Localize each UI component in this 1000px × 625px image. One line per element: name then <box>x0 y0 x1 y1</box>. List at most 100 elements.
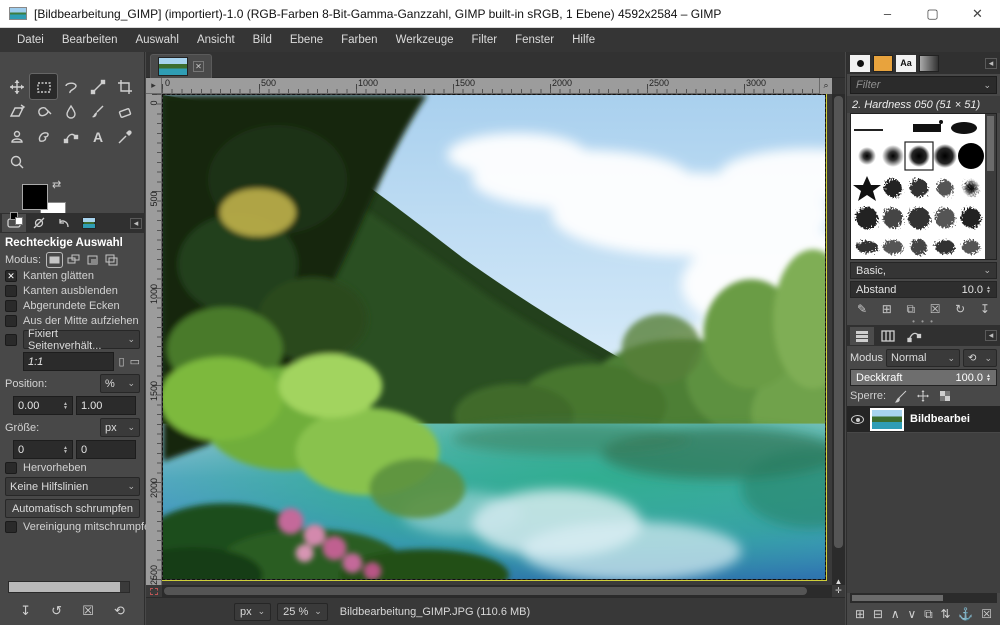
menu-filter[interactable]: Filter <box>463 34 507 46</box>
layers-scrollbar[interactable] <box>850 593 997 603</box>
highlight-checkbox[interactable] <box>5 462 17 474</box>
center-checkbox[interactable] <box>5 315 17 327</box>
size-width-input[interactable]: 0 ▲▼ <box>13 440 73 459</box>
minimize-button[interactable]: – <box>865 0 910 28</box>
menu-farben[interactable]: Farben <box>332 34 386 46</box>
tab-patterns[interactable] <box>873 55 893 72</box>
new-layer-group-icon[interactable]: ⊟ <box>873 607 883 622</box>
transform-tool-icon[interactable] <box>3 99 30 124</box>
tool-options-scrollbar[interactable] <box>8 581 130 593</box>
paintbrush-tool-icon[interactable] <box>84 99 111 124</box>
mode-subtract-icon[interactable] <box>85 253 100 267</box>
edit-brush-icon[interactable]: ✎ <box>857 302 867 317</box>
menu-fenster[interactable]: Fenster <box>506 34 563 46</box>
brush-grid-scrollbar[interactable] <box>985 114 996 259</box>
free-select-tool-icon[interactable] <box>57 74 84 99</box>
landscape-icon[interactable]: ▭ <box>130 355 140 368</box>
fixed-dropdown[interactable]: Fixiert Seitenverhält... ⌄ <box>23 330 140 349</box>
clone-tool-icon[interactable] <box>3 124 30 149</box>
brush-group-dropdown[interactable]: Basic, ⌄ <box>850 262 997 279</box>
zoom-dropdown[interactable]: 25 % ⌄ <box>277 603 328 621</box>
delete-brush-icon[interactable]: ☒ <box>930 302 941 317</box>
paths-tool-icon[interactable] <box>57 124 84 149</box>
foreground-color-swatch[interactable] <box>22 184 48 210</box>
collapse-right-dock-icon[interactable]: ◂ <box>985 58 997 69</box>
quick-mask-toggle-icon[interactable] <box>146 585 162 597</box>
merge-layer-icon[interactable]: ⇅ <box>941 607 951 622</box>
mode-intersect-icon[interactable] <box>104 253 119 267</box>
text-tool-icon[interactable]: A <box>84 124 111 149</box>
new-brush-icon[interactable]: ⊞ <box>882 302 892 317</box>
fixed-checkbox[interactable] <box>5 334 17 346</box>
save-preset-icon[interactable]: ↧ <box>20 603 31 619</box>
brush-spacing-slider[interactable]: Abstand 10.0 ▲▼ <box>850 281 997 298</box>
tab-paths[interactable] <box>902 327 926 345</box>
vertical-scrollbar[interactable]: ▲ <box>832 94 845 585</box>
tab-device-status[interactable] <box>27 214 51 232</box>
antialias-checkbox[interactable]: ✕ <box>5 270 17 282</box>
close-button[interactable]: ✕ <box>955 0 1000 28</box>
lower-layer-icon[interactable]: ∨ <box>907 607 916 622</box>
vertical-ruler[interactable]: 0 500 1000 1500 2000 2500 <box>146 94 162 585</box>
lock-alpha-icon[interactable] <box>938 389 952 403</box>
zoom-tool-icon[interactable] <box>3 149 30 174</box>
refresh-brushes-icon[interactable]: ↻ <box>955 302 965 317</box>
close-image-icon[interactable]: ✕ <box>193 61 204 72</box>
menu-bearbeiten[interactable]: Bearbeiten <box>53 34 127 46</box>
bucket-fill-tool-icon[interactable] <box>30 99 57 124</box>
image-menu-corner-button[interactable]: ▸ <box>146 78 162 94</box>
navigation-button[interactable]: ✛ <box>832 585 845 597</box>
menu-hilfe[interactable]: Hilfe <box>563 34 604 46</box>
new-layer-icon[interactable]: ⊞ <box>855 607 865 622</box>
ruler-zoom-icon[interactable]: ⌕ <box>819 78 832 94</box>
move-tool-icon[interactable] <box>3 74 30 99</box>
reset-options-icon[interactable]: ⟲ <box>114 603 125 619</box>
position-y-input[interactable]: 1.00 <box>76 396 136 415</box>
shrink-merged-checkbox[interactable] <box>5 521 17 533</box>
smudge-tool-icon[interactable] <box>30 124 57 149</box>
fuzzy-select-tool-icon[interactable] <box>84 74 111 99</box>
horizontal-scrollbar[interactable] <box>162 585 832 597</box>
duplicate-brush-icon[interactable]: ⧉ <box>906 302 915 317</box>
layer-mode-dropdown[interactable]: Normal ⌄ <box>886 349 960 367</box>
layer-visibility-eye-icon[interactable] <box>851 415 864 424</box>
default-colors-icon[interactable] <box>10 212 23 225</box>
eraser-tool-icon[interactable] <box>111 99 138 124</box>
image-tab[interactable]: ✕ <box>150 54 212 78</box>
delete-layer-icon[interactable]: ☒ <box>981 607 992 622</box>
open-brush-icon[interactable]: ↧ <box>980 302 990 317</box>
tab-fonts[interactable]: Aa <box>896 55 916 72</box>
restore-preset-icon[interactable]: ↺ <box>51 603 62 619</box>
anchor-layer-icon[interactable]: ⚓ <box>958 607 973 622</box>
menu-ansicht[interactable]: Ansicht <box>188 34 244 46</box>
delete-preset-icon[interactable]: ☒ <box>82 603 94 619</box>
mode-add-icon[interactable] <box>66 253 81 267</box>
position-unit-dropdown[interactable]: % ⌄ <box>100 374 140 393</box>
duplicate-layer-icon[interactable]: ⧉ <box>924 607 933 622</box>
lock-pixels-icon[interactable] <box>894 389 908 403</box>
maximize-button[interactable]: ▢ <box>910 0 955 28</box>
crop-tool-icon[interactable] <box>111 74 138 99</box>
rectangle-select-tool-icon[interactable] <box>30 74 57 99</box>
layer-list-item[interactable]: Bildbearbei <box>847 406 1000 432</box>
tab-brushes[interactable] <box>850 55 870 72</box>
swap-colors-icon[interactable]: ⇄ <box>52 178 61 191</box>
auto-shrink-button[interactable]: Automatisch schrumpfen <box>5 499 140 518</box>
mode-replace-icon[interactable] <box>47 253 62 267</box>
feather-checkbox[interactable] <box>5 285 17 297</box>
gradient-tool-icon[interactable] <box>57 99 84 124</box>
size-unit-dropdown[interactable]: px ⌄ <box>100 418 140 437</box>
position-x-input[interactable]: 0.00 ▲▼ <box>13 396 73 415</box>
unit-dropdown[interactable]: px ⌄ <box>234 603 271 621</box>
ratio-input[interactable]: 1:1 <box>23 352 114 371</box>
tab-undo-history[interactable] <box>52 214 76 232</box>
mode-switch-dropdown[interactable]: ⟲ ⌄ <box>963 349 997 367</box>
collapse-layers-dock-icon[interactable]: ◂ <box>985 330 997 341</box>
menu-auswahl[interactable]: Auswahl <box>126 34 187 46</box>
menu-bild[interactable]: Bild <box>244 34 281 46</box>
menu-werkzeuge[interactable]: Werkzeuge <box>387 34 463 46</box>
collapse-left-dock-icon[interactable]: ◂ <box>130 218 142 229</box>
lock-position-icon[interactable] <box>916 389 930 403</box>
brush-grid[interactable] <box>850 113 997 260</box>
menu-datei[interactable]: Datei <box>8 34 53 46</box>
